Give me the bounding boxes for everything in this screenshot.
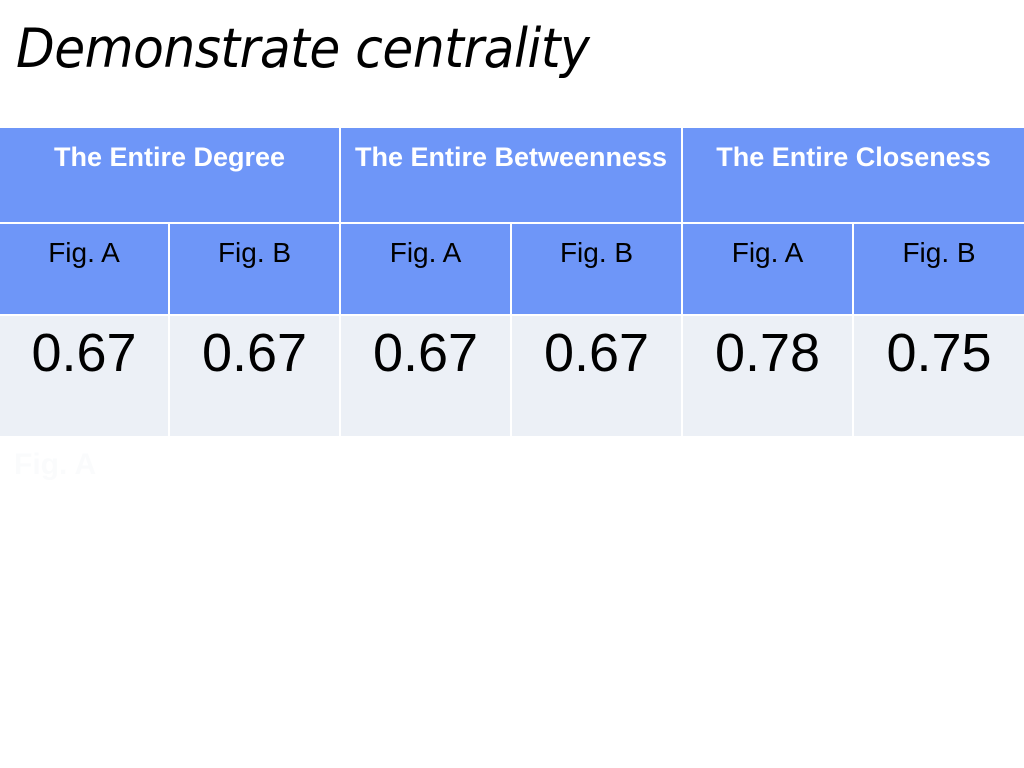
value-degree-fig-a: 0.67 (0, 316, 170, 438)
group-header-degree: The Entire Degree (0, 128, 342, 224)
ghost-text-artifact: Fig. A (14, 448, 96, 482)
sub-header-degree-fig-b: Fig. B (170, 224, 342, 316)
value-degree-fig-b: 0.67 (170, 316, 342, 438)
value-closeness-fig-b: 0.75 (854, 316, 1024, 438)
sub-header-betweenness-fig-b: Fig. B (512, 224, 684, 316)
sub-header-closeness-fig-b: Fig. B (854, 224, 1024, 316)
value-closeness-fig-a: 0.78 (683, 316, 855, 438)
value-betweenness-fig-a: 0.67 (341, 316, 513, 438)
table-row-sub-headers: Fig. A Fig. B Fig. A Fig. B Fig. A Fig. … (0, 224, 1024, 316)
group-header-degree-label: The Entire Degree (53, 142, 286, 172)
group-header-closeness-label: The Entire Closeness (716, 142, 991, 172)
sub-header-degree-fig-a: Fig. A (0, 224, 170, 316)
group-header-closeness: The Entire Closeness (683, 128, 1024, 224)
page-title: Demonstrate centrality (16, 17, 590, 80)
table-row-values: 0.67 0.67 0.67 0.67 0.78 0.75 (0, 316, 1024, 438)
table-row-group-headers: The Entire Degree The Entire Betweenness… (0, 128, 1024, 224)
sub-header-closeness-fig-a: Fig. A (683, 224, 855, 316)
value-betweenness-fig-b: 0.67 (512, 316, 684, 438)
group-header-betweenness-label: The Entire Betweenness (354, 142, 668, 172)
sub-header-betweenness-fig-a: Fig. A (341, 224, 513, 316)
centrality-table: The Entire Degree The Entire Betweenness… (0, 128, 1024, 438)
group-header-betweenness: The Entire Betweenness (341, 128, 684, 224)
